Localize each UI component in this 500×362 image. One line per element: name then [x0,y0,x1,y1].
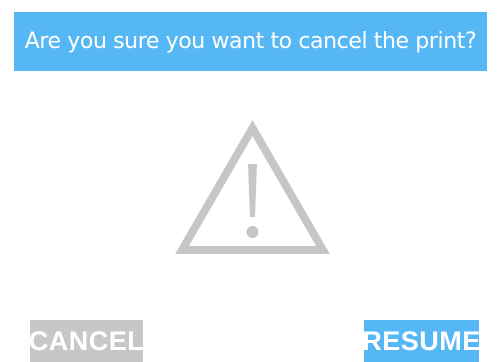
dialog-title: Are you sure you want to cancel the prin… [24,29,477,54]
cancel-print-dialog: Are you sure you want to cancel the prin… [0,0,500,362]
cancel-button-label: CANCEL [28,325,145,356]
warning-triangle-icon [175,120,330,257]
resume-button-label: RESUME [362,325,481,356]
resume-button[interactable]: RESUME [362,320,481,362]
dialog-header: Are you sure you want to cancel the prin… [14,12,487,71]
cancel-button[interactable]: CANCEL [28,320,145,362]
